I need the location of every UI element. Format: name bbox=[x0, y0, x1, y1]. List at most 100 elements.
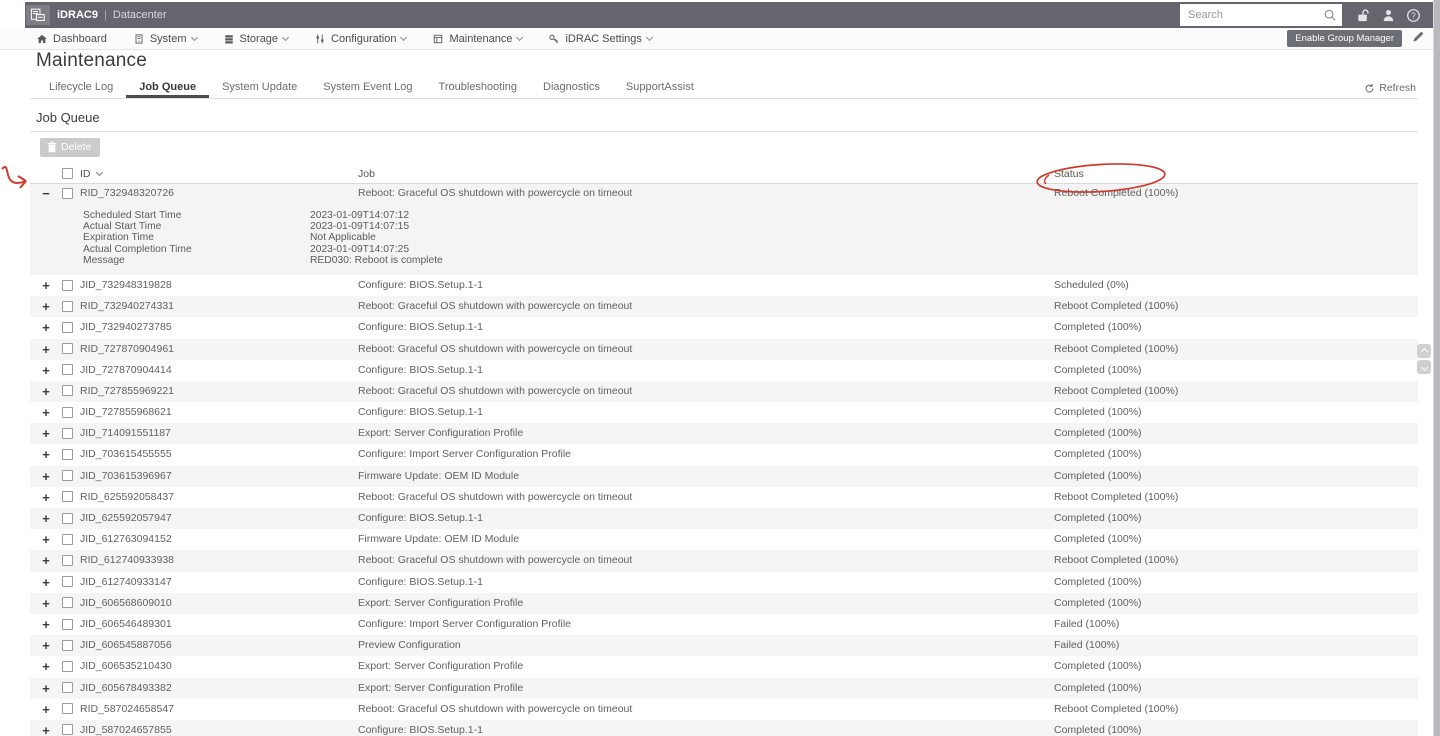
expand-row-button[interactable]: + bbox=[38, 466, 54, 487]
row-checkbox[interactable] bbox=[62, 703, 73, 715]
help-icon[interactable]: ? bbox=[1406, 8, 1421, 23]
delete-label: Delete bbox=[61, 141, 92, 153]
delete-button[interactable]: Delete bbox=[40, 138, 101, 157]
row-checkbox[interactable] bbox=[62, 343, 73, 355]
unlock-icon[interactable] bbox=[1356, 8, 1371, 23]
scroll-up-button[interactable] bbox=[1417, 344, 1431, 358]
table-row: + RID_727855969221 Reboot: Graceful OS shu… bbox=[30, 380, 1418, 403]
nav-item-configuration[interactable]: Configuration bbox=[314, 33, 408, 45]
expand-row-button[interactable]: + bbox=[38, 381, 54, 402]
row-checkbox[interactable] bbox=[62, 660, 73, 672]
server-monitor-icon bbox=[30, 8, 45, 21]
refresh-label: Refresh bbox=[1379, 82, 1416, 94]
row-checkbox[interactable] bbox=[62, 597, 73, 609]
scroll-down-button[interactable] bbox=[1417, 360, 1431, 374]
job-id: RID_727870904961 bbox=[80, 342, 174, 355]
job-name: Configure: BIOS.Setup.1-1 bbox=[358, 278, 483, 291]
nav-item-idrac-settings[interactable]: iDRAC Settings bbox=[548, 32, 653, 45]
row-checkbox[interactable] bbox=[62, 449, 73, 461]
scroll-buttons bbox=[1417, 344, 1431, 376]
expand-row-button[interactable]: + bbox=[38, 487, 54, 508]
job-id: JID_605678493382 bbox=[80, 681, 172, 694]
expand-row-button[interactable]: + bbox=[38, 317, 54, 338]
search-input[interactable] bbox=[1180, 4, 1342, 26]
detail-value: RED030: Reboot is complete bbox=[310, 254, 443, 266]
nav-item-storage[interactable]: Storage bbox=[223, 33, 290, 45]
row-checkbox[interactable] bbox=[62, 385, 73, 397]
expand-row-button[interactable]: + bbox=[38, 402, 54, 423]
tab-troubleshooting[interactable]: Troubleshooting bbox=[426, 81, 530, 98]
row-checkbox[interactable] bbox=[62, 279, 73, 291]
collapse-row-button[interactable]: − bbox=[38, 184, 54, 203]
tab-system-event-log[interactable]: System Event Log bbox=[310, 81, 425, 98]
row-checkbox[interactable] bbox=[62, 554, 73, 566]
tab-supportassist[interactable]: SupportAssist bbox=[613, 81, 707, 98]
job-status: Completed (100%) bbox=[1054, 448, 1142, 461]
row-checkbox[interactable] bbox=[62, 427, 73, 439]
refresh-button[interactable]: Refresh bbox=[1364, 82, 1416, 94]
nav-label: iDRAC Settings bbox=[565, 32, 642, 45]
expand-row-button[interactable]: + bbox=[38, 614, 54, 635]
expand-row-button[interactable]: + bbox=[38, 423, 54, 444]
key-icon bbox=[549, 34, 559, 43]
expand-row-button[interactable]: + bbox=[38, 572, 54, 593]
column-header-id[interactable]: ID bbox=[80, 164, 103, 184]
expand-row-button[interactable]: + bbox=[38, 444, 54, 465]
chevron-down-icon bbox=[645, 33, 653, 42]
tab-system-update[interactable]: System Update bbox=[209, 81, 310, 98]
expand-row-button[interactable]: + bbox=[38, 529, 54, 550]
job-status: Completed (100%) bbox=[1054, 533, 1142, 546]
expand-row-button[interactable]: + bbox=[38, 678, 54, 699]
tab-job-queue[interactable]: Job Queue bbox=[126, 81, 210, 98]
nav-item-dashboard[interactable]: Dashboard bbox=[36, 33, 107, 45]
search-icon[interactable] bbox=[1323, 8, 1337, 27]
job-queue-table: ID Job Status − RID_732948320726 Reboot:… bbox=[30, 164, 1418, 736]
row-checkbox[interactable] bbox=[62, 187, 73, 199]
expand-row-button[interactable]: + bbox=[38, 550, 54, 571]
expand-row-button[interactable]: + bbox=[38, 720, 54, 736]
expand-row-button[interactable]: + bbox=[38, 656, 54, 677]
job-status: Reboot Completed (100%) bbox=[1054, 300, 1179, 313]
job-status: Scheduled (0%) bbox=[1054, 278, 1129, 291]
row-checkbox[interactable] bbox=[62, 406, 73, 418]
row-checkbox[interactable] bbox=[62, 533, 73, 545]
nav-item-maintenance[interactable]: Maintenance bbox=[432, 33, 524, 45]
expand-row-button[interactable]: + bbox=[38, 275, 54, 296]
job-status: Completed (100%) bbox=[1054, 681, 1142, 694]
sort-chevron-icon bbox=[95, 168, 103, 177]
expand-row-button[interactable]: + bbox=[38, 339, 54, 360]
row-checkbox[interactable] bbox=[62, 300, 73, 312]
row-checkbox[interactable] bbox=[62, 491, 73, 503]
user-icon[interactable] bbox=[1381, 8, 1396, 23]
row-checkbox[interactable] bbox=[62, 724, 73, 736]
expand-row-button[interactable]: + bbox=[38, 699, 54, 720]
row-checkbox[interactable] bbox=[62, 576, 73, 588]
nav-item-system[interactable]: System bbox=[133, 33, 198, 45]
enable-group-manager-button[interactable]: Enable Group Manager bbox=[1287, 30, 1402, 47]
chevron-down-icon bbox=[516, 33, 524, 42]
nav-label: Dashboard bbox=[53, 32, 107, 45]
idrac-logo-icon[interactable] bbox=[26, 5, 50, 25]
row-checkbox[interactable] bbox=[62, 639, 73, 651]
job-status: Completed (100%) bbox=[1054, 660, 1142, 673]
detail-value: Not Applicable bbox=[310, 232, 376, 244]
table-row: + JID_606568609010 Export: Server Configur… bbox=[30, 592, 1418, 614]
select-all-checkbox[interactable] bbox=[62, 167, 73, 179]
pencil-icon[interactable] bbox=[1412, 30, 1425, 48]
expand-row-button[interactable]: + bbox=[38, 635, 54, 656]
row-checkbox[interactable] bbox=[62, 364, 73, 376]
row-checkbox[interactable] bbox=[62, 618, 73, 630]
tab-lifecycle-log[interactable]: Lifecycle Log bbox=[36, 81, 126, 98]
row-checkbox[interactable] bbox=[62, 682, 73, 694]
row-checkbox[interactable] bbox=[62, 321, 73, 333]
vertical-scrollbar[interactable] bbox=[1433, 0, 1440, 736]
job-name: Export: Server Configuration Profile bbox=[358, 681, 524, 694]
expand-row-button[interactable]: + bbox=[38, 593, 54, 614]
row-checkbox[interactable] bbox=[62, 470, 73, 482]
tab-diagnostics[interactable]: Diagnostics bbox=[530, 81, 613, 98]
table-row: + RID_727870904961 Reboot: Graceful OS shu… bbox=[30, 338, 1418, 360]
expand-row-button[interactable]: + bbox=[38, 508, 54, 529]
expand-row-button[interactable]: + bbox=[38, 296, 54, 317]
expand-row-button[interactable]: + bbox=[38, 360, 54, 381]
row-checkbox[interactable] bbox=[62, 512, 73, 524]
